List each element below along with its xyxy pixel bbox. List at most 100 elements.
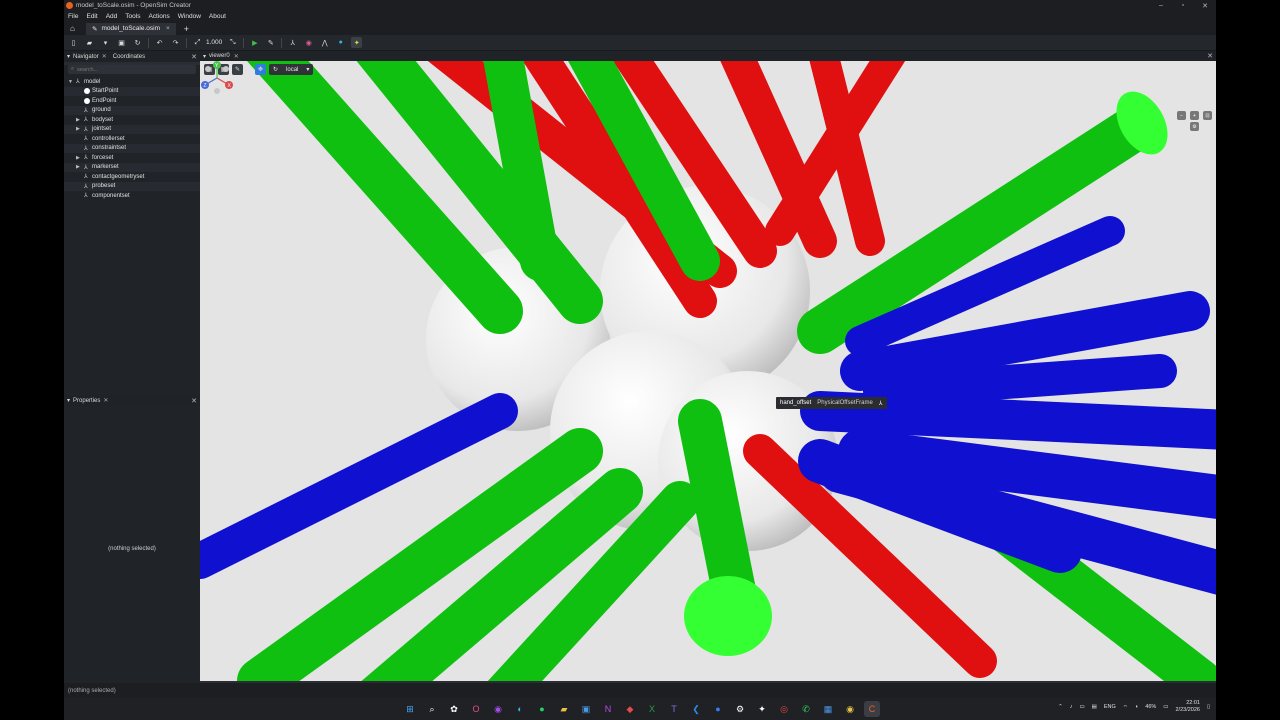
- close-panel-icon[interactable]: ✕: [191, 397, 197, 405]
- close-panel-icon[interactable]: ✕: [191, 53, 197, 61]
- expand-right-icon[interactable]: ▶: [76, 117, 84, 123]
- maximize-button[interactable]: ▫: [1172, 2, 1194, 10]
- translate-gizmo-icon[interactable]: ✥: [255, 64, 266, 75]
- opensim-taskbar-icon[interactable]: C: [864, 701, 880, 717]
- folder-icon[interactable]: ▰: [556, 701, 572, 717]
- axes-gizmo[interactable]: Y X Z: [200, 61, 234, 95]
- expand-down-icon[interactable]: ▼: [68, 79, 76, 85]
- tree-item-model[interactable]: ▼ ⅄ model: [64, 77, 200, 87]
- expand-right-icon[interactable]: ▶: [76, 164, 84, 170]
- search-icon[interactable]: ⌕: [424, 701, 440, 717]
- tree-item-markerset[interactable]: ▶ ⅄ markerset: [64, 162, 200, 172]
- close-panel-icon[interactable]: ✕: [1207, 52, 1213, 60]
- add-tab-icon[interactable]: +: [184, 24, 189, 34]
- teams-icon[interactable]: T: [666, 701, 682, 717]
- tree-item-contactgeometryset[interactable]: ⅄ contactgeometryset: [64, 172, 200, 182]
- spotify-icon[interactable]: ●: [534, 701, 550, 717]
- panel-menu-icon[interactable]: ▾: [67, 397, 70, 404]
- store-icon[interactable]: ▣: [578, 701, 594, 717]
- app-icon[interactable]: ▦: [820, 701, 836, 717]
- tree-item-probeset[interactable]: ⅄ probeset: [64, 181, 200, 191]
- open-dropdown-icon[interactable]: ▾: [100, 37, 111, 48]
- tab-model-file[interactable]: ✎ model_toScale.osim ×: [86, 22, 176, 35]
- frames-icon[interactable]: ⅄: [287, 37, 298, 48]
- app-icon[interactable]: ◎: [776, 701, 792, 717]
- search-input[interactable]: ⌕ search...: [68, 65, 196, 74]
- close-properties-icon[interactable]: ✕: [103, 397, 108, 404]
- tree-item-bodyset[interactable]: ▶ ⅄ bodyset: [64, 115, 200, 125]
- notification-icon[interactable]: ▯: [1207, 704, 1210, 710]
- edit-sim-settings-icon[interactable]: ✎: [265, 37, 276, 48]
- battery-level[interactable]: 46%: [1145, 704, 1156, 710]
- camera-settings-icon[interactable]: ⚙: [1190, 122, 1199, 131]
- tree-item-jointset[interactable]: ▶ ⅄ jointset: [64, 124, 200, 134]
- home-icon[interactable]: ⌂: [70, 24, 80, 33]
- language-indicator[interactable]: ENG: [1104, 704, 1116, 710]
- menu-about[interactable]: About: [209, 13, 226, 20]
- app-icon[interactable]: ◉: [490, 701, 506, 717]
- onenote-icon[interactable]: N: [600, 701, 616, 717]
- menu-tools[interactable]: Tools: [125, 13, 140, 20]
- tree-item-componentset[interactable]: ⅄ componentset: [64, 191, 200, 201]
- wand-icon[interactable]: ✦: [351, 37, 363, 48]
- zoom-out-icon[interactable]: −: [1177, 111, 1186, 120]
- display-icon[interactable]: ▭: [1079, 704, 1084, 710]
- menu-file[interactable]: File: [68, 13, 78, 20]
- new-file-icon[interactable]: ▯: [68, 37, 79, 48]
- panel-menu-icon[interactable]: ▾: [203, 53, 206, 60]
- zoom-in-icon[interactable]: +: [1190, 111, 1199, 120]
- autofocus-icon[interactable]: ⊡: [1203, 111, 1212, 120]
- close-viewer-tab-icon[interactable]: ✕: [234, 53, 239, 60]
- tree-item-ground[interactable]: ⅄ ground: [64, 105, 200, 115]
- reload-icon[interactable]: ↻: [132, 37, 143, 48]
- autoscale-icon[interactable]: ⤡: [227, 37, 238, 48]
- record-icon[interactable]: ◉: [303, 37, 314, 48]
- excel-icon[interactable]: X: [644, 701, 660, 717]
- tree-item-controllerset[interactable]: ⅄ controllerset: [64, 134, 200, 144]
- edge-icon[interactable]: ◐: [512, 701, 528, 717]
- app-icon[interactable]: ●: [710, 701, 726, 717]
- app-icon[interactable]: ◆: [622, 701, 638, 717]
- tree-item-forceset[interactable]: ▶ ⅄ forceset: [64, 153, 200, 163]
- close-window-button[interactable]: ✕: [1194, 2, 1216, 10]
- 3d-viewport[interactable]: ▤ ▦ ✎ ✥ ↻ local ▾ Y X Z − +: [200, 61, 1216, 681]
- app-icon[interactable]: ✦: [754, 701, 770, 717]
- panel-menu-icon[interactable]: ▾: [67, 53, 70, 60]
- vscode-icon[interactable]: ❮: [688, 701, 704, 717]
- chatgpt-icon[interactable]: ✿: [446, 701, 462, 717]
- wifi-icon[interactable]: ⌔: [1123, 704, 1128, 711]
- clock[interactable]: 22:01 2/23/2026: [1176, 700, 1200, 714]
- volume-icon[interactable]: ◖: [1135, 704, 1138, 710]
- save-icon[interactable]: ▣: [116, 37, 127, 48]
- contact-icon[interactable]: ●: [335, 37, 346, 48]
- mic-icon[interactable]: ♪: [1070, 704, 1073, 710]
- frame-mode-select[interactable]: ↻ local ▾: [269, 64, 314, 75]
- tree-item-endpoint[interactable]: EndPoint: [64, 96, 200, 106]
- expand-right-icon[interactable]: ▶: [76, 155, 84, 161]
- start-icon[interactable]: ⊞: [402, 701, 418, 717]
- scale-factor-input[interactable]: 1.000: [206, 39, 222, 46]
- tree-item-constraintset[interactable]: ⅄ constraintset: [64, 143, 200, 153]
- tree-item-startpoint[interactable]: StartPoint: [64, 86, 200, 96]
- chevron-up-icon[interactable]: ⌃: [1058, 704, 1063, 710]
- settings-icon[interactable]: ⚙: [732, 701, 748, 717]
- redo-icon[interactable]: ↷: [170, 37, 181, 48]
- expand-right-icon[interactable]: ▶: [76, 126, 84, 132]
- menu-edit[interactable]: Edit: [86, 13, 97, 20]
- minimize-button[interactable]: –: [1150, 2, 1172, 10]
- whatsapp-icon[interactable]: ✆: [798, 701, 814, 717]
- open-folder-icon[interactable]: ▰: [84, 37, 95, 48]
- undo-icon[interactable]: ↶: [154, 37, 165, 48]
- tab-viewer0[interactable]: viewer0: [209, 53, 230, 59]
- simulate-play-icon[interactable]: ▶: [249, 37, 260, 48]
- close-navigator-icon[interactable]: ✕: [102, 53, 107, 60]
- chrome-icon[interactable]: ◉: [842, 701, 858, 717]
- menu-add[interactable]: Add: [106, 13, 118, 20]
- muscle-icon[interactable]: ⋀: [319, 37, 330, 48]
- tab-properties[interactable]: Properties: [73, 398, 100, 404]
- tab-coordinates[interactable]: Coordinates: [113, 54, 145, 60]
- menu-actions[interactable]: Actions: [148, 13, 169, 20]
- opera-icon[interactable]: O: [468, 701, 484, 717]
- tab-navigator[interactable]: Navigator: [73, 54, 99, 60]
- app-icon[interactable]: ▤: [1092, 704, 1097, 710]
